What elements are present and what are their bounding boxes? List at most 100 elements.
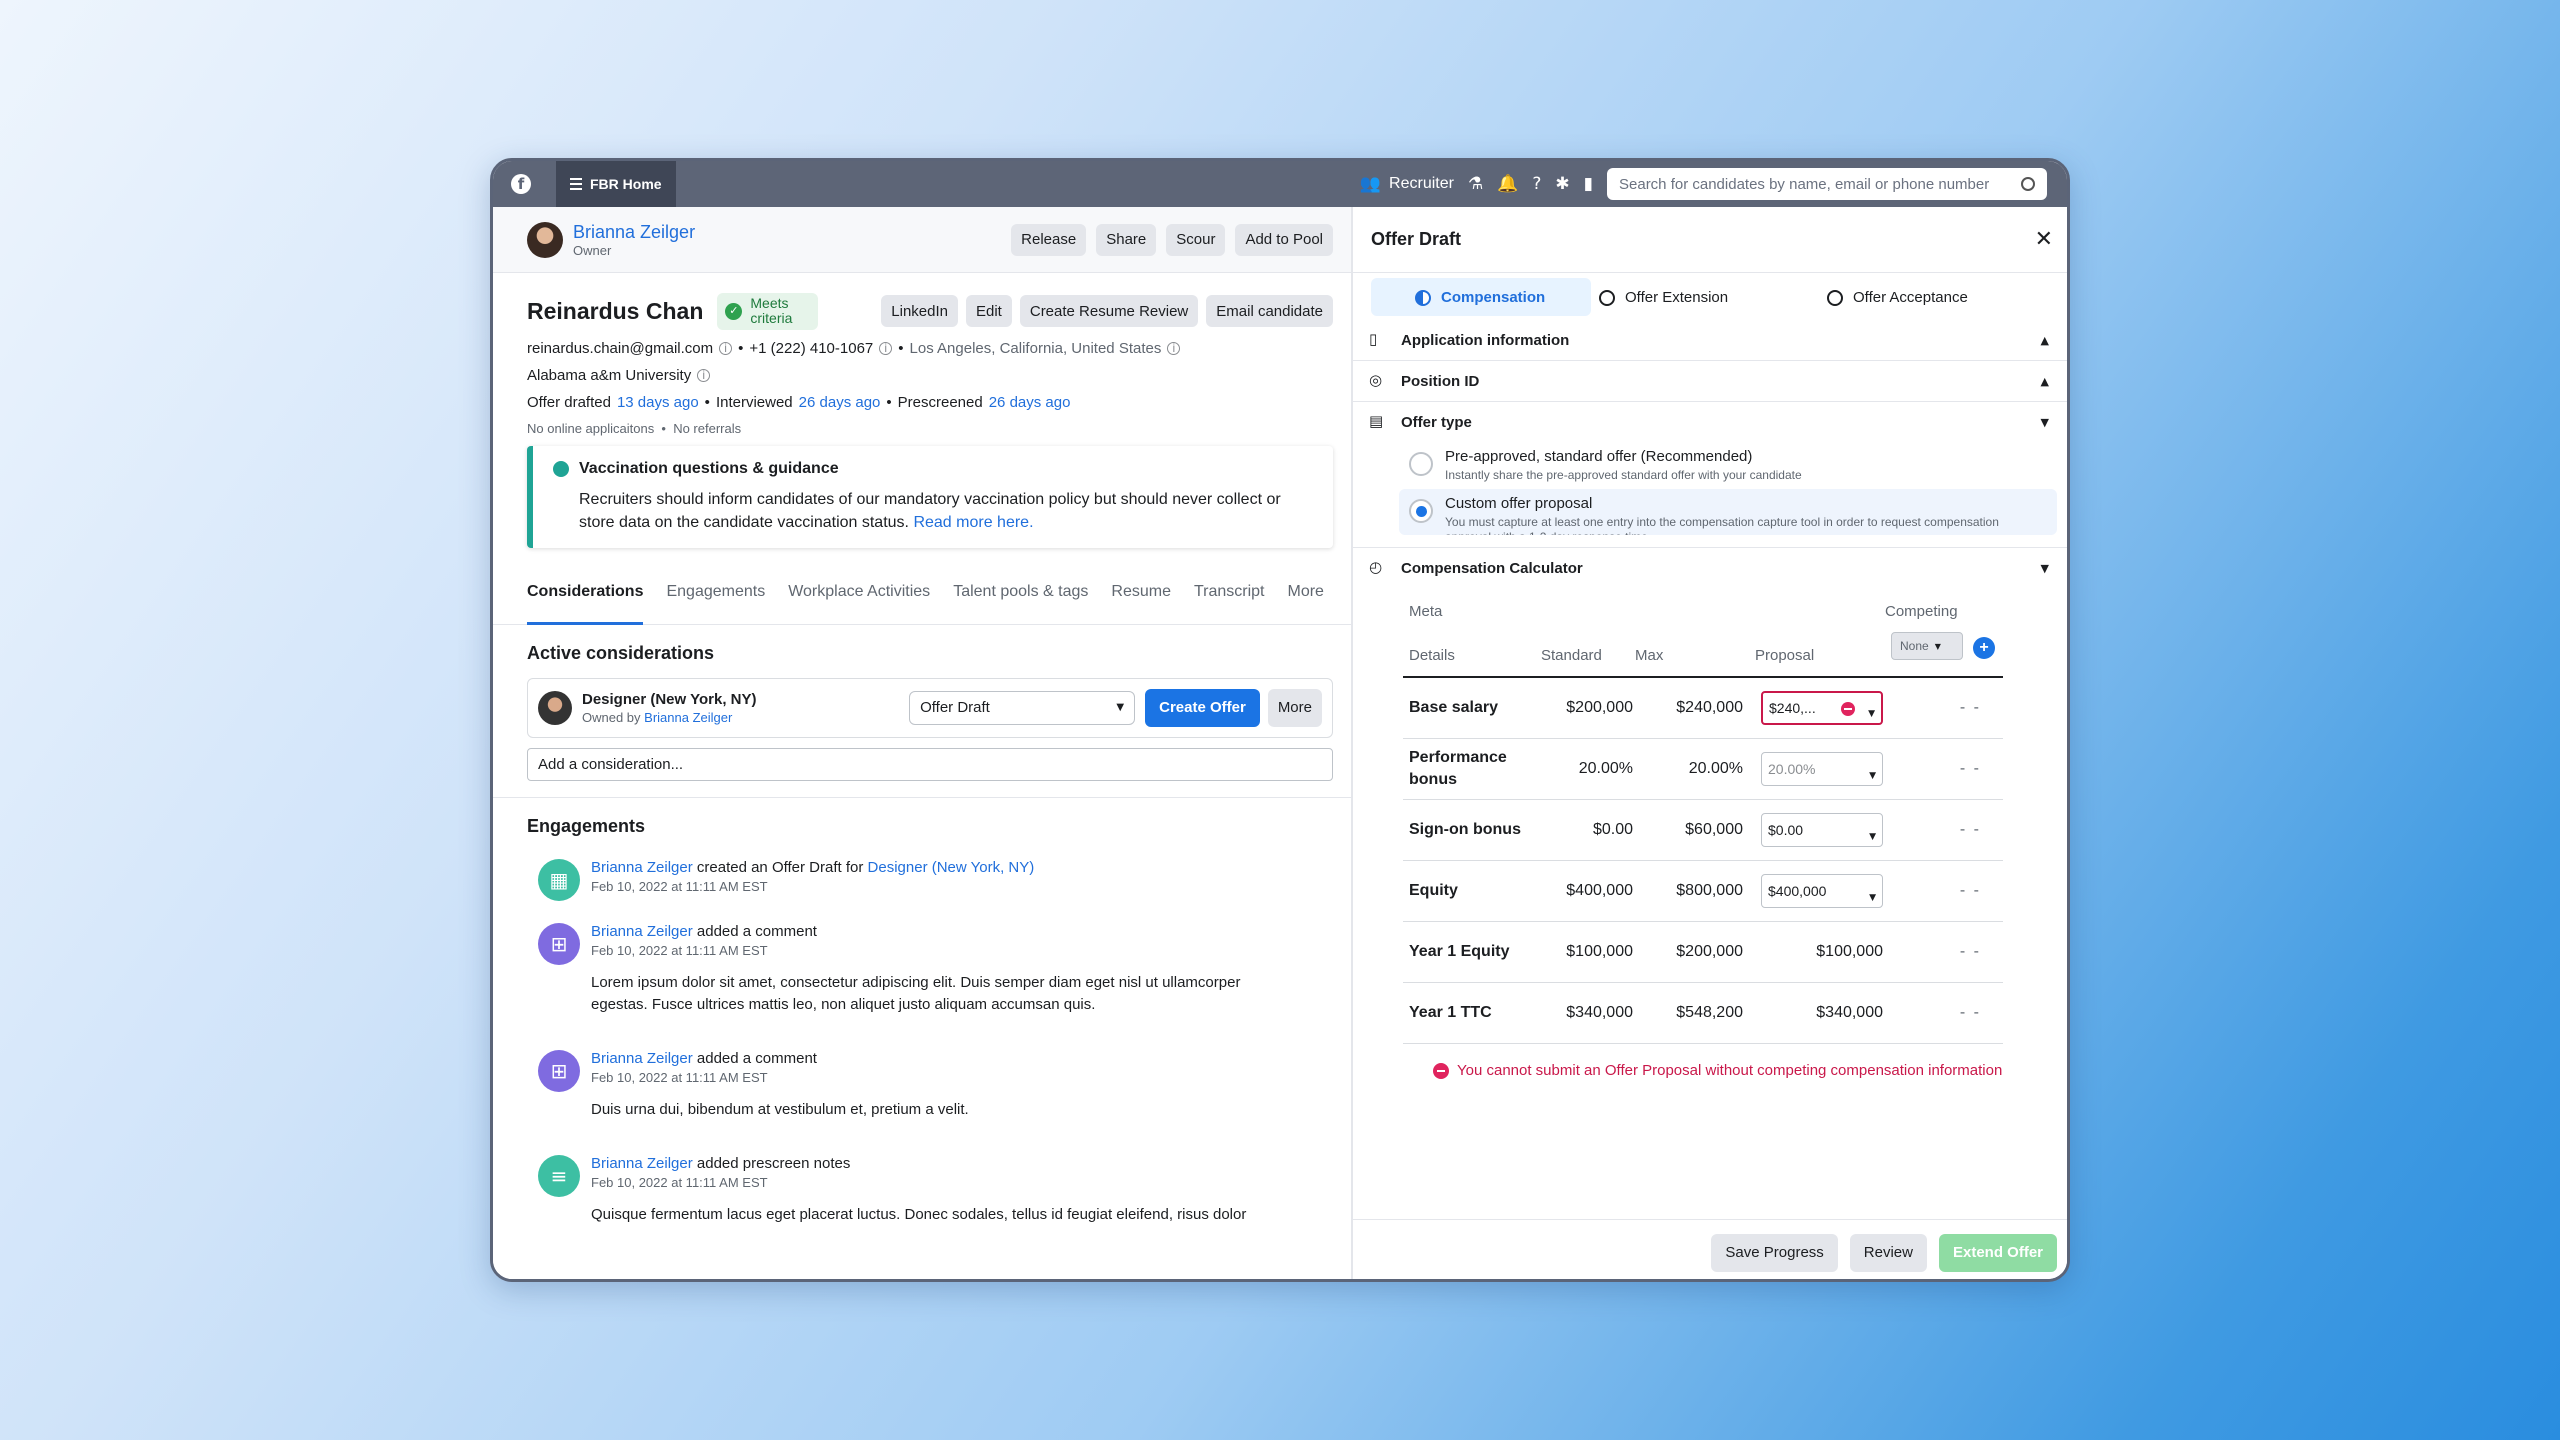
sign-on-bonus-input[interactable]: $0.00 ▼ bbox=[1761, 813, 1883, 847]
tab-engagements[interactable]: Engagements bbox=[666, 578, 765, 625]
engagement-time: Feb 10, 2022 at 11:11 AM EST bbox=[591, 942, 768, 958]
info-icon[interactable]: i bbox=[879, 341, 893, 355]
read-more-link[interactable]: Read more here. bbox=[913, 514, 1033, 531]
candidate-school: Alabama a&m University bbox=[527, 366, 692, 384]
info-icon[interactable]: i bbox=[1167, 341, 1181, 355]
application-info-section[interactable]: ▯ Application information ▲ bbox=[1353, 320, 2067, 361]
add-consideration-input[interactable]: Add a consideration... bbox=[527, 747, 1333, 781]
add-to-pool-button[interactable]: Add to Pool bbox=[1235, 223, 1333, 256]
sign-on-bonus-value: $0.00 bbox=[1768, 822, 1804, 838]
info-icon[interactable]: i bbox=[697, 368, 711, 382]
custom-offer-desc: You must capture at least one entry into… bbox=[1445, 515, 1999, 535]
linkedin-button[interactable]: LinkedIn bbox=[881, 295, 958, 328]
candidate-phone: +1 (222) 410-1067 bbox=[749, 339, 874, 357]
row-competing: - - bbox=[1959, 882, 1981, 899]
chevron-down-icon: ▼ bbox=[1869, 893, 1876, 903]
col-standard: Standard bbox=[1541, 646, 1602, 664]
facebook-logo-icon[interactable]: f bbox=[511, 174, 531, 194]
interviewed-link[interactable]: 26 days ago bbox=[799, 394, 881, 411]
row-competing: - - bbox=[1959, 699, 1981, 716]
tab-offer-extension-label: Offer Extension bbox=[1625, 288, 1729, 306]
info-icon[interactable]: i bbox=[719, 341, 733, 355]
owner-role: Owner bbox=[573, 242, 612, 258]
bell-icon[interactable]: 🔔 bbox=[1497, 175, 1518, 193]
chevron-down-icon[interactable]: ▼ bbox=[2041, 416, 2049, 429]
badge-icon: ◎ bbox=[1369, 371, 1383, 389]
owner-name-link[interactable]: Brianna Zeilger bbox=[573, 222, 695, 243]
consideration-role: Designer (New York, NY) bbox=[582, 690, 757, 708]
tab-transcript[interactable]: Transcript bbox=[1194, 578, 1265, 625]
custom-offer-radio[interactable] bbox=[1409, 499, 1433, 523]
scour-button[interactable]: Scour bbox=[1166, 223, 1226, 256]
home-tab[interactable]: FBR Home bbox=[556, 161, 676, 207]
tab-workplace-activities[interactable]: Workplace Activities bbox=[788, 578, 930, 625]
candidate-name: Reinardus Chan bbox=[527, 297, 704, 324]
consideration-owner-link[interactable]: Brianna Zeilger bbox=[644, 710, 732, 725]
edit-button[interactable]: Edit bbox=[966, 295, 1012, 328]
tab-more[interactable]: More bbox=[1288, 578, 1324, 625]
equity-input[interactable]: $400,000 ▼ bbox=[1761, 874, 1883, 908]
consideration-more-button[interactable]: More bbox=[1267, 688, 1322, 727]
tab-compensation[interactable]: Compensation bbox=[1371, 278, 1591, 316]
email-candidate-button[interactable]: Email candidate bbox=[1206, 295, 1333, 328]
review-button[interactable]: Review bbox=[1849, 1233, 1927, 1272]
custom-offer-option[interactable]: Custom offer proposal You must capture a… bbox=[1399, 489, 2057, 535]
tab-offer-extension[interactable]: Offer Extension bbox=[1599, 278, 1819, 316]
position-id-section[interactable]: ◎ Position ID ▲ bbox=[1353, 361, 2067, 402]
chevron-down-icon[interactable]: ▼ bbox=[2041, 562, 2049, 575]
timeline-row: Offer drafted 13 days ago • Interviewed … bbox=[527, 393, 1071, 411]
tab-considerations[interactable]: Considerations bbox=[527, 578, 644, 625]
calculator-icon: ◴ bbox=[1369, 558, 1383, 576]
row-standard: $0.00 bbox=[1592, 821, 1633, 838]
chart-icon[interactable]: ▮ bbox=[1584, 175, 1593, 193]
candidate-summary: Reinardus Chan ✓ Meets criteria LinkedIn… bbox=[493, 273, 1351, 548]
standard-offer-radio[interactable] bbox=[1409, 452, 1433, 476]
engagement-actor-link[interactable]: Brianna Zeilger bbox=[591, 859, 693, 876]
standard-offer-option[interactable]: Pre-approved, standard offer (Recommende… bbox=[1399, 442, 2057, 489]
save-progress-button[interactable]: Save Progress bbox=[1711, 1233, 1838, 1272]
application-info-title: Application information bbox=[1401, 331, 1570, 349]
tab-offer-acceptance[interactable]: Offer Acceptance bbox=[1827, 278, 2047, 316]
engagement-action: added prescreen notes bbox=[696, 1154, 851, 1172]
active-considerations-title: Active considerations bbox=[527, 642, 715, 663]
stage-select[interactable]: Offer Draft ▼ bbox=[909, 690, 1136, 725]
prescreened-link[interactable]: 26 days ago bbox=[989, 394, 1071, 411]
engagement-actor-link[interactable]: Brianna Zeilger bbox=[591, 1050, 693, 1067]
offer-draft-panel: Offer Draft ✕ Compensation Offer Extensi… bbox=[1353, 207, 2067, 1279]
add-competing-button[interactable]: + bbox=[1973, 637, 1995, 659]
table-row: Base salary $200,000 $240,000 $240,... ▼ … bbox=[1403, 678, 2003, 739]
row-standard: $340,000 bbox=[1566, 1004, 1633, 1021]
create-offer-button[interactable]: Create Offer bbox=[1145, 688, 1260, 727]
engagement-text: Quisque fermentum lacus eget placerat lu… bbox=[591, 1205, 1247, 1223]
row-label: Base salary bbox=[1409, 699, 1498, 716]
tab-resume[interactable]: Resume bbox=[1111, 578, 1171, 625]
col-details: Details bbox=[1409, 646, 1455, 664]
role-switcher[interactable]: 👥 Recruiter bbox=[1360, 175, 1454, 193]
extend-offer-button[interactable]: Extend Offer bbox=[1938, 1233, 2057, 1272]
bug-icon[interactable]: ✱ bbox=[1555, 175, 1569, 193]
chevron-down-icon: ▼ bbox=[1116, 702, 1125, 714]
create-resume-review-button[interactable]: Create Resume Review bbox=[1019, 295, 1199, 328]
tab-talent-pools[interactable]: Talent pools & tags bbox=[953, 578, 1088, 625]
offer-drafted-link[interactable]: 13 days ago bbox=[617, 394, 699, 411]
flask-icon[interactable]: ⚗ bbox=[1468, 175, 1483, 193]
release-button[interactable]: Release bbox=[1011, 223, 1087, 256]
close-icon[interactable]: ✕ bbox=[2035, 227, 2053, 252]
consideration-avatar bbox=[538, 690, 572, 725]
engagement-target-link[interactable]: Designer (New York, NY) bbox=[868, 859, 1035, 876]
owner-avatar bbox=[527, 221, 563, 258]
share-button[interactable]: Share bbox=[1096, 223, 1157, 256]
engagement-actor-link[interactable]: Brianna Zeilger bbox=[591, 1155, 693, 1172]
search-input[interactable]: Search for candidates by name, email or … bbox=[1607, 168, 2047, 200]
row-competing: - - bbox=[1959, 943, 1981, 960]
custom-offer-label: Custom offer proposal bbox=[1445, 495, 1593, 512]
top-bar-right: 👥 Recruiter ⚗ 🔔 ? ✱ ▮ Search for candida… bbox=[1360, 168, 2067, 200]
referrals: No referrals bbox=[673, 420, 742, 436]
performance-bonus-input[interactable]: 20.00% ▼ bbox=[1761, 752, 1883, 786]
engagement-actor-link[interactable]: Brianna Zeilger bbox=[591, 923, 693, 940]
competing-select[interactable]: None ▼ bbox=[1891, 632, 1963, 660]
help-icon[interactable]: ? bbox=[1532, 175, 1541, 193]
candidate-email: reinardus.chain@gmail.com bbox=[527, 339, 714, 357]
base-salary-input[interactable]: $240,... ▼ bbox=[1761, 691, 1883, 725]
vaccination-notice: Vaccination questions & guidance Recruit… bbox=[527, 445, 1333, 548]
